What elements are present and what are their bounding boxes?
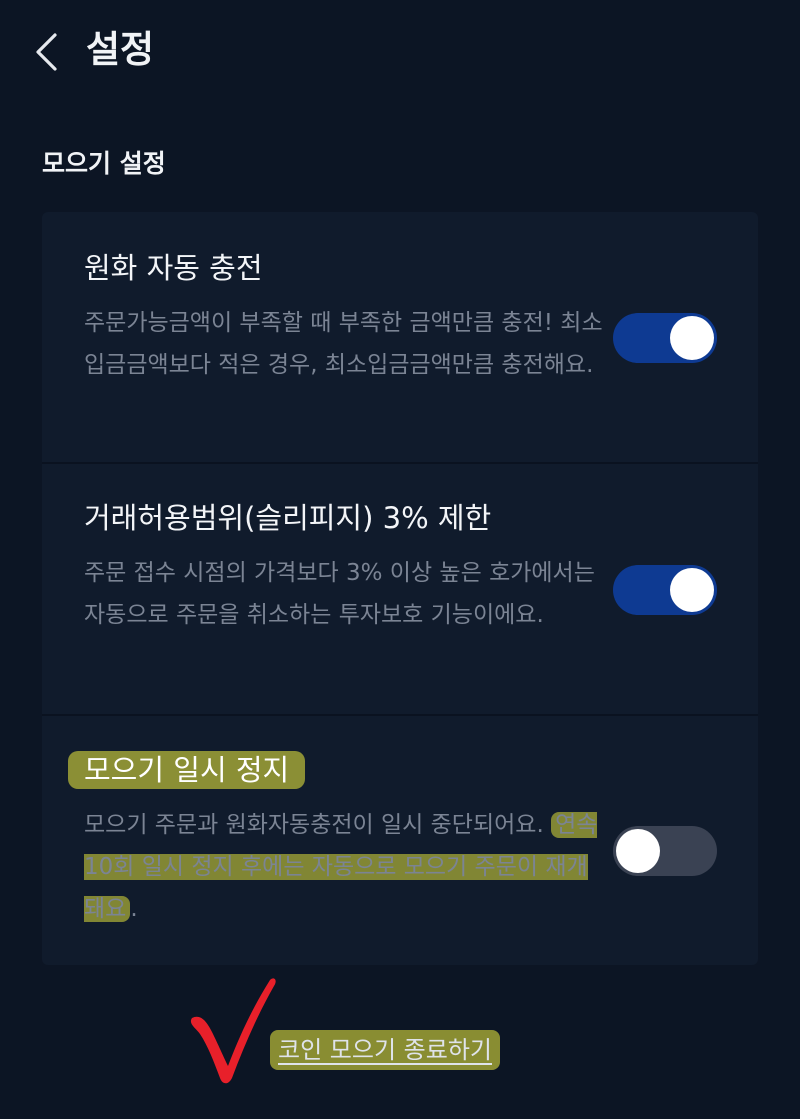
- auto-charge-toggle[interactable]: [613, 313, 717, 363]
- settings-card: 원화 자동 충전 주문가능금액이 부족할 때 부족한 금액만큼 충전! 최소입금…: [42, 212, 758, 965]
- description-text: .: [130, 896, 138, 922]
- setting-title: 원화 자동 충전: [84, 251, 263, 285]
- setting-description: 주문 접수 시점의 가격보다 3% 이상 높은 호가에서는 자동으로 주문을 취…: [84, 560, 595, 628]
- section-title: 모으기 설정: [42, 149, 166, 178]
- setting-title: 모으기 일시 정지: [68, 750, 306, 790]
- toggle-knob: [670, 316, 714, 360]
- setting-title: 거래허용범위(슬리피지) 3% 제한: [84, 501, 492, 535]
- description-text: 모으기 주문과 원화자동충전이 일시 중단되어요.: [84, 812, 552, 838]
- setting-row-auto-charge: 원화 자동 충전 주문가능금액이 부족할 때 부족한 금액만큼 충전! 최소입금…: [42, 212, 758, 462]
- pause-collecting-toggle[interactable]: [613, 826, 717, 876]
- back-button[interactable]: [28, 30, 64, 74]
- checkmark-icon: [190, 978, 276, 1084]
- setting-description: 주문가능금액이 부족할 때 부족한 금액만큼 충전! 최소입금금액보다 적은 경…: [84, 310, 603, 378]
- toggle-knob: [616, 829, 660, 873]
- setting-description: 모으기 주문과 원화자동충전이 일시 중단되어요. 연속 10회 일시 정지 후…: [84, 804, 604, 930]
- chevron-left-icon: [36, 33, 57, 71]
- setting-row-pause-collecting: 모으기 일시 정지 모으기 주문과 원화자동충전이 일시 중단되어요. 연속 1…: [42, 716, 758, 965]
- page-title: 설정: [86, 28, 155, 71]
- toggle-knob: [670, 568, 714, 612]
- slippage-limit-toggle[interactable]: [613, 565, 717, 615]
- end-collecting-link[interactable]: 코인 모으기 종료하기: [270, 1030, 500, 1070]
- highlighted-title: 모으기 일시 정지: [68, 751, 306, 789]
- header: 설정: [0, 0, 800, 100]
- setting-row-slippage-limit: 거래허용범위(슬리피지) 3% 제한 주문 접수 시점의 가격보다 3% 이상 …: [42, 464, 758, 714]
